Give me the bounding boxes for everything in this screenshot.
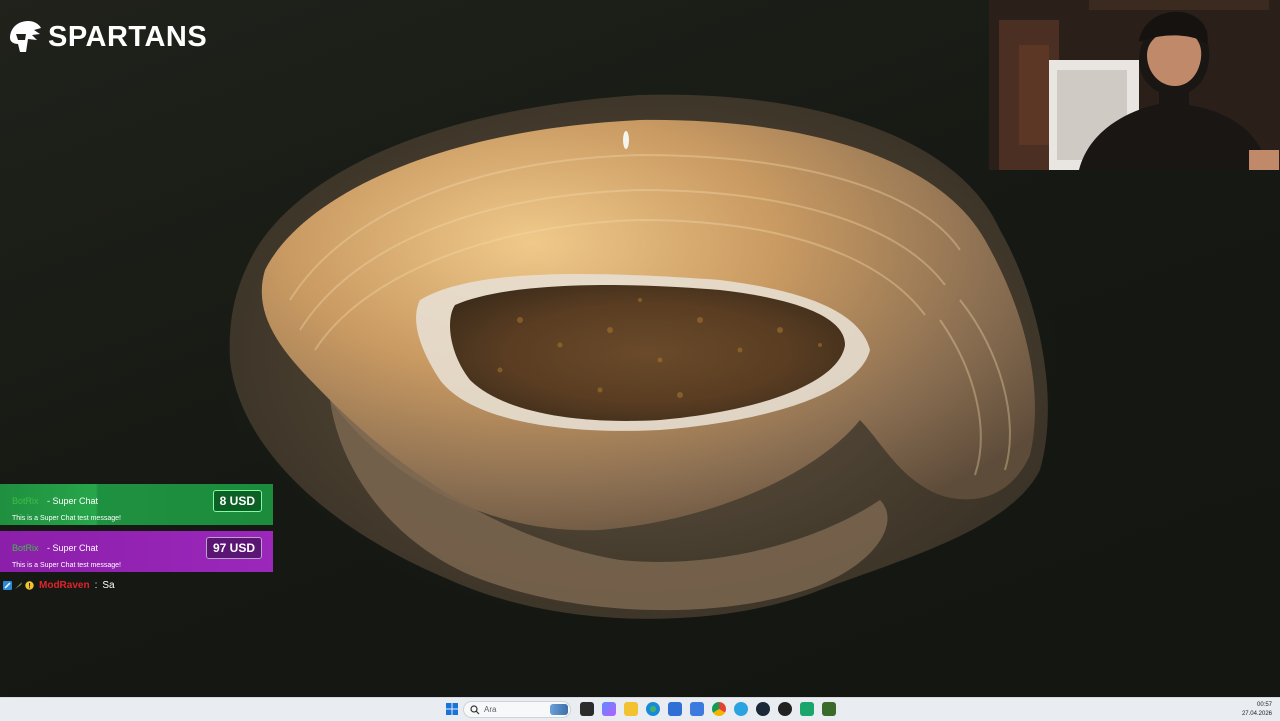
superchat-user: BotRix — [12, 496, 39, 506]
store-icon[interactable] — [668, 702, 682, 716]
steam-icon[interactable] — [756, 702, 770, 716]
game-icon[interactable] — [822, 702, 836, 716]
superchat-amount: 97 USD — [205, 537, 262, 559]
superchat-type: - Super Chat — [46, 543, 98, 553]
taskbar: Ara 00:57 27.04.2026 — [0, 697, 1280, 721]
taskbar-search-input[interactable]: Ara — [463, 701, 571, 718]
superchat-amount: 8 USD — [212, 490, 262, 512]
system-clock[interactable]: 00:57 27.04.2026 — [1242, 701, 1272, 719]
telegram-icon[interactable] — [734, 702, 748, 716]
sword-badge-icon — [15, 582, 22, 589]
brand-logo: SPARTANS — [6, 18, 207, 56]
warning-badge-icon — [25, 581, 34, 590]
chat-text: Sa — [102, 580, 115, 591]
windows-start-icon[interactable] — [445, 702, 459, 716]
chat-username: ModRaven — [39, 580, 90, 591]
moderator-badge-icon — [3, 581, 12, 590]
widgets-icon[interactable] — [602, 702, 616, 716]
superchat-user: BotRix — [12, 543, 39, 553]
obs-icon[interactable] — [778, 702, 792, 716]
clock-time: 00:57 — [1256, 702, 1272, 708]
search-highlight-icon — [550, 704, 568, 715]
superchat-type: - Super Chat — [46, 496, 98, 506]
file-explorer-icon[interactable] — [624, 702, 638, 716]
app-icon[interactable] — [800, 702, 814, 716]
search-placeholder: Ara — [484, 705, 497, 714]
brand-name: SPARTANS — [48, 20, 208, 53]
edge-browser-icon[interactable] — [646, 702, 660, 716]
streamer-webcam-image — [989, 0, 1280, 170]
mail-icon[interactable] — [690, 702, 704, 716]
webcam-overlay — [989, 0, 1280, 170]
superchat-alert: BotRix - Super Chat This is a Super Chat… — [0, 531, 273, 572]
chat-separator: : — [94, 580, 98, 591]
clock-date: 27.04.2026 — [1241, 711, 1272, 717]
chrome-icon[interactable] — [712, 702, 726, 716]
superchat-message: This is a Super Chat test message! — [12, 515, 121, 522]
superchat-alert: BotRix - Super Chat This is a Super Chat… — [0, 484, 273, 525]
spartan-helmet-icon — [10, 21, 41, 52]
chat-message: ModRaven : Sa — [3, 580, 115, 591]
task-view-icon[interactable] — [580, 702, 594, 716]
superchat-message: This is a Super Chat test message! — [12, 562, 121, 569]
search-icon — [470, 704, 480, 714]
